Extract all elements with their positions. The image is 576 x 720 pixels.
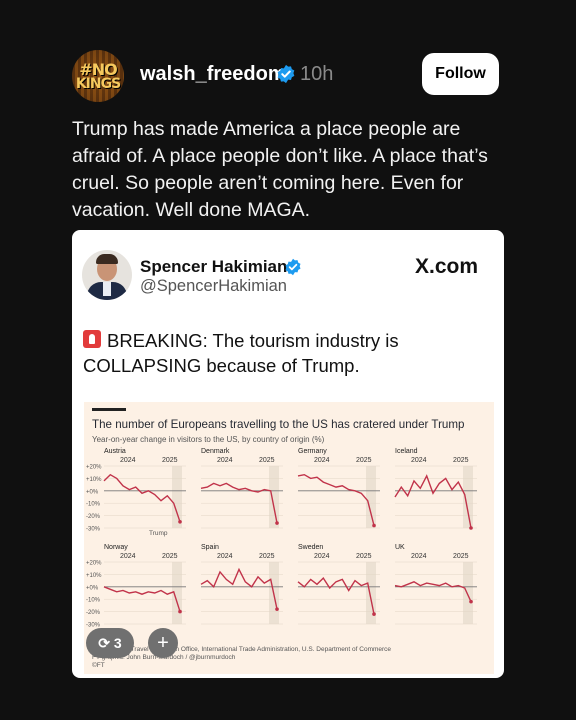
panel-title-uk: UK <box>395 544 405 551</box>
chart-source-line-2: FT graphic: John Burn-Murdoch / @jburnmu… <box>92 654 236 661</box>
repost-count-button[interactable]: ⟳ 3 <box>86 628 134 658</box>
ft-chart: The number of Europeans travelling to th… <box>84 402 494 674</box>
series-endpoint <box>275 521 279 525</box>
panel-title-austria: Austria <box>104 448 126 455</box>
repost-icon: ⟳ <box>98 635 111 651</box>
x-tick-label: 2025 <box>453 553 469 560</box>
x-tick-label: 2025 <box>356 457 372 464</box>
post-text: Trump has made America a place people ar… <box>72 118 488 221</box>
series-endpoint <box>372 612 376 616</box>
avatar-text-bottom: KINGS <box>75 76 121 92</box>
x-tick-label: 2024 <box>217 553 233 560</box>
add-button[interactable]: + <box>148 628 178 658</box>
series-endpoint <box>469 599 473 604</box>
x-tick-label: 2024 <box>120 457 136 464</box>
y-tick-label: -10% <box>86 502 101 508</box>
panel-title-sweden: Sweden <box>298 544 323 551</box>
series-line-spain <box>200 567 278 610</box>
trump-period-shade <box>172 466 182 528</box>
quoted-author-name[interactable]: Spencer Hakimian <box>140 257 287 277</box>
panel-title-denmark: Denmark <box>201 448 230 455</box>
quoted-post-text: BREAKING: The tourism industry is COLLAP… <box>83 330 399 376</box>
y-tick-label: +10% <box>86 573 102 579</box>
avatar-hair <box>96 254 118 264</box>
chart-source-line-1: Source: Nat'l Travel & Tourism Office, I… <box>92 646 392 653</box>
series-line-uk <box>394 581 472 602</box>
panel-title-norway: Norway <box>104 544 128 551</box>
trump-period-shade <box>463 562 473 624</box>
y-tick-label: +20% <box>86 561 102 567</box>
quoted-author-avatar[interactable] <box>82 250 132 300</box>
x-tick-label: 2024 <box>314 553 330 560</box>
y-tick-label: -30% <box>86 527 101 533</box>
quoted-post-card[interactable]: Spencer Hakimian @SpencerHakimian X.com … <box>72 230 504 678</box>
author-avatar[interactable]: #NO KINGS <box>72 50 124 102</box>
series-line-sweden <box>297 576 375 615</box>
quoted-author-handle: @SpencerHakimian <box>140 277 287 295</box>
series-endpoint <box>178 609 182 614</box>
series-endpoint <box>372 523 376 528</box>
small-multiples-svg: Austria 2024 2025 +20% +10% +0% -10% -20% -30% Tr… <box>86 448 477 629</box>
verified-badge-icon <box>277 64 295 84</box>
quoted-verified-badge-icon <box>285 258 301 276</box>
x-tick-label: 2024 <box>120 553 136 560</box>
avatar-shirt <box>103 282 111 296</box>
x-tick-label: 2025 <box>259 457 275 464</box>
x-tick-label: 2025 <box>453 457 469 464</box>
x-tick-label: 2025 <box>259 553 275 560</box>
x-tick-label: 2025 <box>356 553 372 560</box>
panel-title-iceland: Iceland <box>395 448 418 455</box>
x-tick-label: 2024 <box>411 457 427 464</box>
x-tick-label: 2024 <box>411 553 427 560</box>
y-tick-label: +20% <box>86 465 102 471</box>
chart-source: Source: Nat'l Travel & Tourism Office, I… <box>92 646 391 670</box>
series-line-austria <box>103 473 181 523</box>
x-tick-label: 2024 <box>314 457 330 464</box>
post-time: 10h <box>300 63 334 85</box>
series-endpoint <box>178 520 182 524</box>
trump-period-shade <box>269 466 279 528</box>
panel-title-germany: Germany <box>298 448 327 455</box>
y-tick-label: +0% <box>86 585 99 591</box>
x-logo-text: X.com <box>415 255 479 278</box>
series-endpoint <box>469 526 473 530</box>
siren-emoji-icon <box>83 330 101 348</box>
panel-title-spain: Spain <box>201 544 219 551</box>
y-tick-label: -10% <box>86 598 101 604</box>
y-tick-label: +10% <box>86 477 102 483</box>
series-line-germany <box>297 473 375 526</box>
author-username[interactable]: walsh_freedom <box>140 63 286 86</box>
series-endpoint <box>275 607 279 611</box>
x-tick-label: 2025 <box>162 553 178 560</box>
y-tick-label: -20% <box>86 514 101 520</box>
trump-annotation: Trump <box>149 530 168 537</box>
x-tick-label: 2024 <box>217 457 233 464</box>
chart-source-line-3: ©FT <box>92 662 105 669</box>
trump-period-shade <box>366 466 376 528</box>
y-tick-label: +0% <box>86 489 99 495</box>
x-tick-label: 2025 <box>162 457 178 464</box>
repost-count: 3 <box>113 635 122 651</box>
series-line-iceland <box>394 474 472 529</box>
y-tick-label: -20% <box>86 610 101 616</box>
follow-button[interactable]: Follow <box>422 53 499 95</box>
